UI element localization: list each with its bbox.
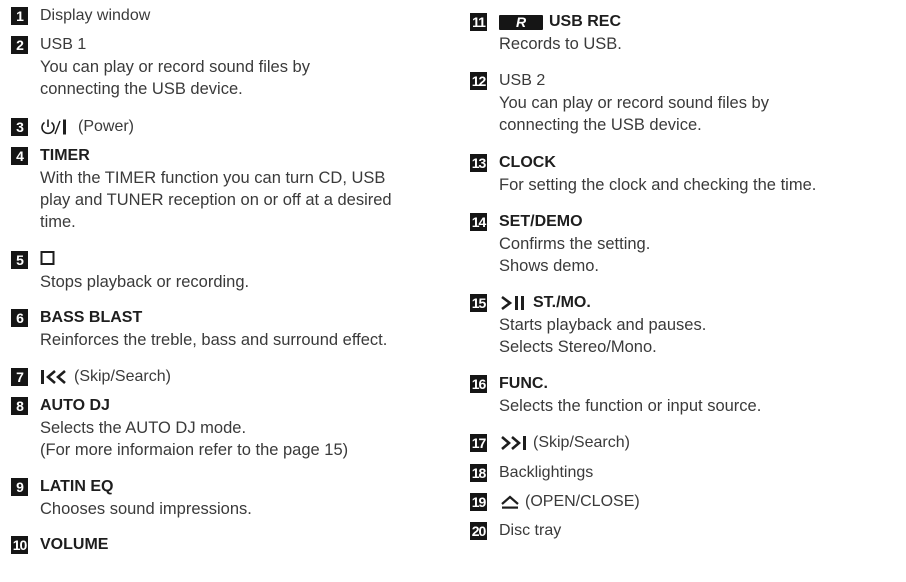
play-pause-icon	[501, 295, 524, 311]
item-number: 8	[11, 397, 28, 415]
skip-forward-icon	[501, 436, 526, 450]
item-number: 20	[470, 522, 487, 540]
item-description: With the TIMER function you can turn CD,…	[40, 169, 386, 187]
rec-badge-icon: R	[499, 14, 543, 30]
item-label: (Power)	[78, 118, 135, 135]
item-description: Selects the AUTO DJ mode.	[40, 419, 247, 437]
item-title: VOLUME	[40, 536, 109, 553]
item-number: 16	[470, 375, 487, 393]
item-label: (Skip/Search)	[533, 434, 630, 451]
item-title: ST./MO.	[533, 294, 591, 311]
item-title: LATIN EQ	[40, 478, 114, 495]
item-description: Selects the function or input source.	[499, 397, 762, 415]
item-number: 11	[470, 13, 487, 31]
item-description: connecting the USB device.	[40, 80, 243, 98]
item-description: Starts playback and pauses.	[499, 316, 707, 334]
item-number: 18	[470, 464, 487, 482]
power-icon	[41, 119, 66, 135]
eject-icon	[501, 495, 519, 509]
item-description: Confirms the setting.	[499, 235, 651, 253]
item-label: USB 1	[40, 36, 87, 53]
item-description: (For more informaion refer to the page 1…	[40, 441, 349, 459]
item-label: Disc tray	[499, 522, 562, 539]
item-number: 14	[470, 213, 487, 231]
item-description: Selects Stereo/Mono.	[499, 338, 657, 356]
item-title: AUTO DJ	[40, 397, 110, 414]
item-description: Shows demo.	[499, 257, 599, 275]
item-number: 7	[11, 368, 28, 386]
item-number: 5	[11, 251, 28, 269]
item-number: 10	[11, 536, 28, 554]
item-number: 1	[11, 7, 28, 25]
item-label: Backlightings	[499, 464, 594, 481]
item-number: 3	[11, 118, 28, 136]
item-number: 6	[11, 309, 28, 327]
item-number: 12	[470, 72, 487, 90]
item-number: 19	[470, 493, 487, 511]
item-title: BASS BLAST	[40, 309, 143, 326]
item-description: play and TUNER reception on or off at a …	[40, 191, 392, 209]
item-label: Display window	[40, 7, 151, 24]
item-number: 9	[11, 478, 28, 496]
item-description: You can play or record sound files by	[40, 58, 310, 76]
item-title: USB REC	[549, 13, 622, 30]
item-number: 15	[470, 294, 487, 312]
item-label: (OPEN/CLOSE)	[525, 493, 640, 510]
item-description: Records to USB.	[499, 35, 622, 53]
item-description: connecting the USB device.	[499, 116, 702, 134]
item-title: SET/DEMO	[499, 213, 583, 230]
item-number: 17	[470, 434, 487, 452]
item-description: time.	[40, 213, 76, 231]
item-number: 4	[11, 147, 28, 165]
stop-icon	[40, 251, 55, 265]
skip-back-icon	[41, 370, 66, 384]
item-number: 13	[470, 154, 487, 172]
item-description: Chooses sound impressions.	[40, 500, 252, 518]
item-description: Reinforces the treble, bass and surround…	[40, 331, 388, 349]
item-description: You can play or record sound files by	[499, 94, 769, 112]
item-number: 2	[11, 36, 28, 54]
item-description: For setting the clock and checking the t…	[499, 176, 817, 194]
item-label: (Skip/Search)	[74, 368, 171, 385]
item-title: CLOCK	[499, 154, 556, 171]
item-label: USB 2	[499, 72, 546, 89]
item-title: TIMER	[40, 147, 90, 164]
item-title: FUNC.	[499, 375, 548, 392]
item-description: Stops playback or recording.	[40, 273, 250, 291]
